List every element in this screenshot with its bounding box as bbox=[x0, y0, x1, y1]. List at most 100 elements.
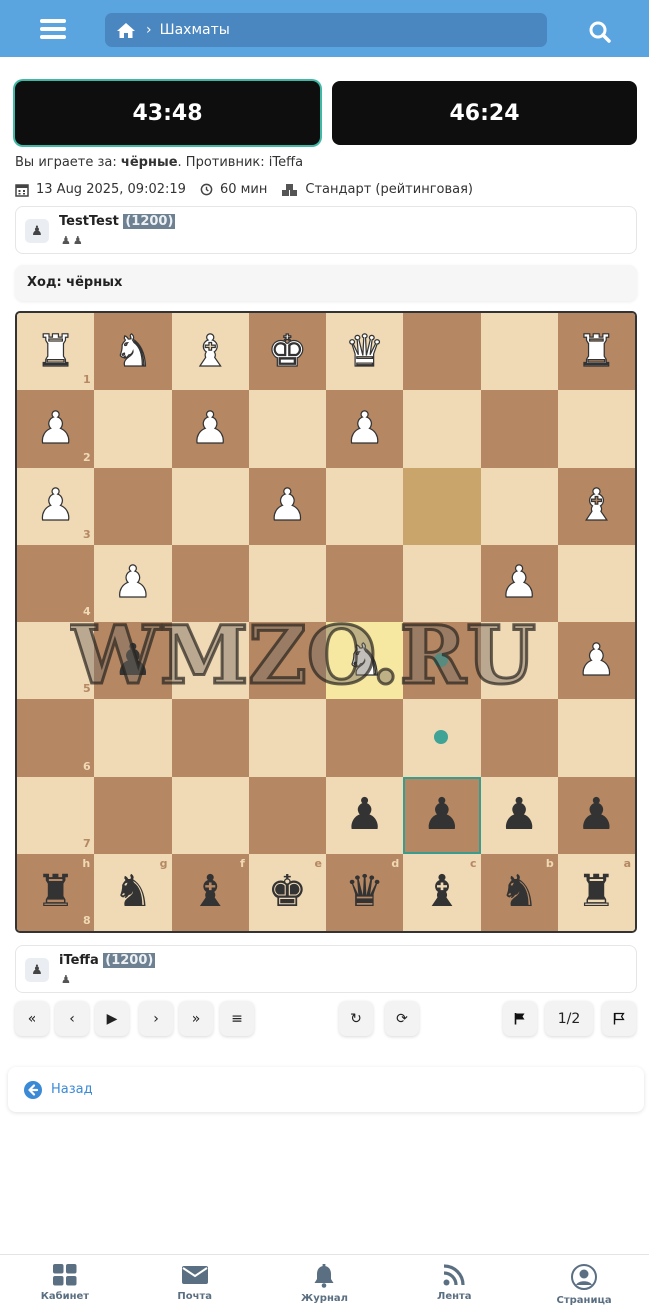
white-pawn-icon[interactable]: ♟ bbox=[326, 390, 403, 467]
white-pawn-icon[interactable]: ♟ bbox=[249, 468, 326, 545]
black-bishop-icon[interactable]: ♝ bbox=[403, 854, 480, 931]
prev-move-button[interactable]: ‹ bbox=[55, 1001, 89, 1036]
square-a6[interactable] bbox=[557, 699, 635, 777]
square-e5[interactable] bbox=[248, 622, 326, 700]
black-pawn-icon[interactable]: ♟ bbox=[558, 777, 635, 854]
square-b4[interactable]: ♟ bbox=[480, 544, 558, 622]
square-h3[interactable]: ♟ 3 bbox=[17, 467, 95, 545]
square-d8[interactable]: ♛ d bbox=[326, 853, 404, 931]
move-target-dot[interactable] bbox=[434, 730, 449, 745]
square-b5[interactable] bbox=[480, 622, 558, 700]
square-b6[interactable] bbox=[480, 699, 558, 777]
square-g5[interactable]: ♟ bbox=[94, 622, 172, 700]
resign-button[interactable] bbox=[503, 1001, 537, 1036]
square-c8[interactable]: ♝ c bbox=[403, 853, 481, 931]
square-a5[interactable]: ♟ bbox=[557, 622, 635, 700]
offer-draw-button[interactable]: 1/2 bbox=[545, 1001, 593, 1036]
square-f3[interactable] bbox=[171, 467, 249, 545]
black-pawn-icon[interactable]: ♟ bbox=[326, 777, 403, 854]
nav-item-journal[interactable]: Журнал bbox=[260, 1255, 390, 1310]
square-c3[interactable] bbox=[403, 467, 481, 545]
rotate-button[interactable]: ↻ bbox=[339, 1001, 373, 1036]
square-d3[interactable] bbox=[326, 467, 404, 545]
white-rook-icon[interactable]: ♜ bbox=[558, 313, 635, 390]
square-a4[interactable] bbox=[557, 544, 635, 622]
square-g6[interactable] bbox=[94, 699, 172, 777]
square-a3[interactable]: ♝ bbox=[557, 467, 635, 545]
square-f5[interactable] bbox=[171, 622, 249, 700]
move-list-button[interactable]: ≡ bbox=[220, 1001, 254, 1036]
square-d7[interactable]: ♟ bbox=[326, 776, 404, 854]
white-knight-icon[interactable]: ♞ bbox=[326, 622, 403, 699]
play-button[interactable]: ▶ bbox=[95, 1001, 129, 1036]
square-a8[interactable]: ♜ a bbox=[557, 853, 635, 931]
square-b2[interactable] bbox=[480, 390, 558, 468]
square-h8[interactable]: ♜ 8 h bbox=[17, 853, 95, 931]
square-a2[interactable] bbox=[557, 390, 635, 468]
black-pawn-icon[interactable]: ♟ bbox=[94, 622, 171, 699]
square-f8[interactable]: ♝ f bbox=[171, 853, 249, 931]
black-bishop-icon[interactable]: ♝ bbox=[172, 854, 249, 931]
square-f6[interactable] bbox=[171, 699, 249, 777]
next-move-button[interactable]: › bbox=[139, 1001, 173, 1036]
square-e6[interactable] bbox=[248, 699, 326, 777]
white-pawn-icon[interactable]: ♟ bbox=[558, 622, 635, 699]
square-b3[interactable] bbox=[480, 467, 558, 545]
square-b1[interactable] bbox=[480, 313, 558, 391]
square-d4[interactable] bbox=[326, 544, 404, 622]
white-bishop-icon[interactable]: ♝ bbox=[172, 313, 249, 390]
square-c1[interactable] bbox=[403, 313, 481, 391]
square-c7[interactable]: ♟ bbox=[403, 776, 481, 854]
nav-item-mail[interactable]: Почта bbox=[130, 1255, 260, 1310]
report-button[interactable] bbox=[602, 1001, 636, 1036]
square-c6[interactable] bbox=[403, 699, 481, 777]
square-h7[interactable]: 7 bbox=[17, 776, 95, 854]
square-c2[interactable] bbox=[403, 390, 481, 468]
square-f7[interactable] bbox=[171, 776, 249, 854]
square-a7[interactable]: ♟ bbox=[557, 776, 635, 854]
nav-item-feed[interactable]: Лента bbox=[389, 1255, 519, 1310]
chess-board[interactable]: ♜ 1 ♞ ♝ ♚ ♛ ♜ ♟ 2 ♟ ♟ ♟ 3 ♟ ♝ 4 ♟ ♟ 5 ♟ ♞ ♟ 6 7 ♟ ♟ ♟ ♟ ♜ 8 h ♞ g ♝ f ♚ e ♛ d ♝… bbox=[15, 311, 637, 933]
first-move-button[interactable]: « bbox=[15, 1001, 49, 1036]
square-f1[interactable]: ♝ bbox=[171, 313, 249, 391]
move-target-dot[interactable] bbox=[434, 653, 449, 667]
square-h4[interactable]: 4 bbox=[17, 544, 95, 622]
white-pawn-icon[interactable]: ♟ bbox=[94, 545, 171, 622]
square-e4[interactable] bbox=[248, 544, 326, 622]
square-e1[interactable]: ♚ bbox=[248, 313, 326, 391]
square-g2[interactable] bbox=[94, 390, 172, 468]
square-b8[interactable]: ♞ b bbox=[480, 853, 558, 931]
square-e7[interactable] bbox=[248, 776, 326, 854]
black-pawn-icon[interactable]: ♟ bbox=[481, 777, 558, 854]
square-h5[interactable]: 5 bbox=[17, 622, 95, 700]
square-c5[interactable] bbox=[403, 622, 481, 700]
menu-icon[interactable] bbox=[40, 19, 66, 39]
square-h6[interactable]: 6 bbox=[17, 699, 95, 777]
square-g1[interactable]: ♞ bbox=[94, 313, 172, 391]
white-knight-icon[interactable]: ♞ bbox=[94, 313, 171, 390]
square-g8[interactable]: ♞ g bbox=[94, 853, 172, 931]
white-queen-icon[interactable]: ♛ bbox=[326, 313, 403, 390]
nav-item-page[interactable]: Страница bbox=[519, 1255, 649, 1310]
square-d5[interactable]: ♞ bbox=[326, 622, 404, 700]
square-d2[interactable]: ♟ bbox=[326, 390, 404, 468]
square-h1[interactable]: ♜ 1 bbox=[17, 313, 95, 391]
white-bishop-icon[interactable]: ♝ bbox=[558, 468, 635, 545]
black-pawn-icon[interactable]: ♟ bbox=[403, 777, 480, 854]
back-button[interactable]: Назад bbox=[8, 1067, 644, 1112]
square-h2[interactable]: ♟ 2 bbox=[17, 390, 95, 468]
square-g4[interactable]: ♟ bbox=[94, 544, 172, 622]
square-e2[interactable] bbox=[248, 390, 326, 468]
white-pawn-icon[interactable]: ♟ bbox=[172, 390, 249, 467]
square-f2[interactable]: ♟ bbox=[171, 390, 249, 468]
white-king-icon[interactable]: ♚ bbox=[249, 313, 326, 390]
white-pawn-icon[interactable]: ♟ bbox=[481, 545, 558, 622]
square-c4[interactable] bbox=[403, 544, 481, 622]
refresh-button[interactable]: ⟳ bbox=[385, 1001, 419, 1036]
last-move-button[interactable]: » bbox=[179, 1001, 213, 1036]
square-b7[interactable]: ♟ bbox=[480, 776, 558, 854]
square-e8[interactable]: ♚ e bbox=[248, 853, 326, 931]
search-icon[interactable] bbox=[588, 20, 612, 44]
square-d1[interactable]: ♛ bbox=[326, 313, 404, 391]
square-f4[interactable] bbox=[171, 544, 249, 622]
